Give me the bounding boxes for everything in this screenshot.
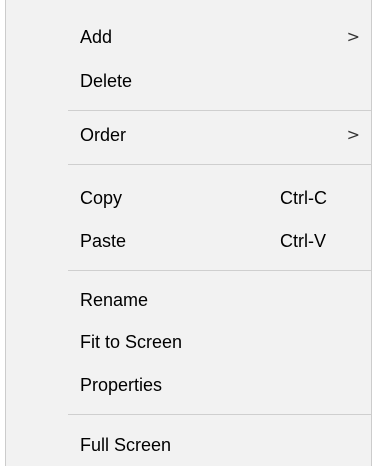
menu-item-delete[interactable]: Delete — [6, 61, 371, 101]
menu-item-label: Fit to Screen — [80, 332, 183, 352]
menu-item-label: Rename — [80, 290, 149, 310]
menu-item-label: Copy — [80, 188, 123, 208]
menu-item-label: Properties — [80, 375, 163, 395]
context-menu: Add > Delete Order > Copy Ctrl-C Paste C… — [5, 0, 372, 466]
menu-item-full-screen[interactable]: Full Screen — [6, 425, 371, 465]
menu-separator — [68, 414, 371, 415]
menu-item-label: Order — [80, 125, 127, 145]
menu-item-order[interactable]: Order > — [6, 115, 371, 155]
menu-item-rename[interactable]: Rename — [6, 280, 371, 320]
menu-item-copy[interactable]: Copy Ctrl-C — [6, 178, 371, 218]
menu-separator — [68, 270, 371, 271]
menu-item-shortcut: Ctrl-V — [280, 231, 326, 251]
menu-item-label: Full Screen — [80, 435, 172, 455]
menu-item-label: Add — [80, 27, 113, 47]
menu-item-properties[interactable]: Properties — [6, 365, 371, 405]
menu-item-add[interactable]: Add > — [6, 17, 371, 57]
submenu-arrow-icon: > — [346, 125, 360, 144]
menu-item-label: Paste — [80, 231, 127, 251]
menu-separator — [68, 110, 371, 111]
menu-item-fit-to-screen[interactable]: Fit to Screen — [6, 322, 371, 362]
menu-item-paste[interactable]: Paste Ctrl-V — [6, 221, 371, 261]
menu-item-shortcut: Ctrl-C — [280, 188, 327, 208]
menu-item-label: Delete — [80, 71, 133, 91]
submenu-arrow-icon: > — [346, 27, 360, 46]
menu-separator — [68, 164, 371, 165]
